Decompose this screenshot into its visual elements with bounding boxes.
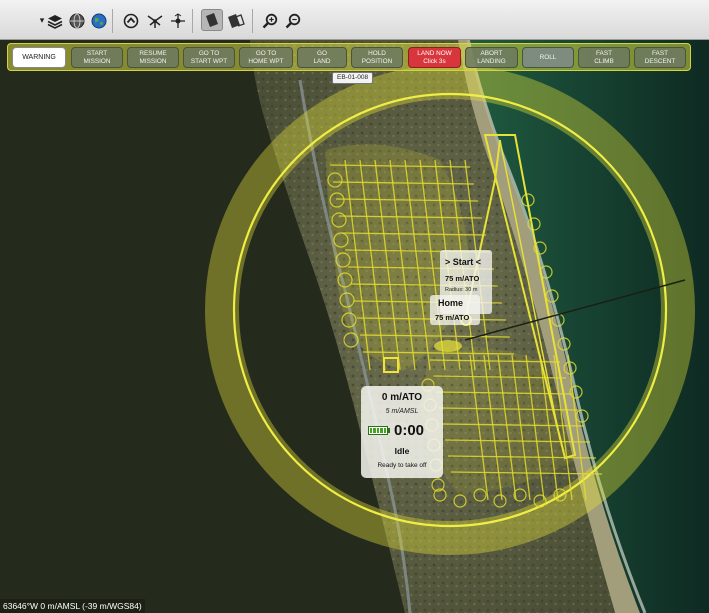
fast-climb-button[interactable]: FAST CLIMB	[578, 47, 630, 68]
home-waypoint-card[interactable]: Home 75 m/ATO	[430, 295, 480, 325]
go-to-start-wpt-button[interactable]: GO TO START WPT	[183, 47, 235, 68]
start-waypoint-altitude: 75 m/ATO	[445, 274, 480, 283]
go-to-home-wpt-button[interactable]: GO TO HOME WPT	[239, 47, 293, 68]
flight-timer: 0:00	[394, 422, 425, 439]
mission-plan-icon[interactable]	[145, 11, 165, 31]
abort-landing-button[interactable]: ABORT LANDING	[465, 47, 518, 68]
status-state: Idle	[394, 446, 410, 456]
home-arrow-icon[interactable]	[121, 11, 141, 31]
status-altitude: 0 m/ATO	[381, 392, 423, 403]
globe-blue-icon[interactable]	[89, 11, 109, 31]
tile-single-icon[interactable]	[201, 9, 223, 31]
toolbar-separator	[192, 9, 193, 33]
map-view[interactable]: > Start < 75 m/ATO Radius: 30 m Home 75 …	[0, 40, 709, 613]
status-ready: Ready to take off	[377, 462, 427, 469]
hold-position-button[interactable]: HOLD POSITION	[351, 47, 403, 68]
globe-dark-icon[interactable]	[67, 11, 87, 31]
tile-multi-icon[interactable]	[226, 11, 246, 31]
battery-tip	[388, 428, 390, 433]
status-amsl: 5 m/AMSL	[385, 408, 419, 415]
toolbar-separator	[252, 9, 253, 33]
home-marker[interactable]	[434, 340, 462, 352]
zoom-in-icon[interactable]	[260, 11, 280, 31]
land-now-button[interactable]: LAND NOW Click 3s	[408, 47, 461, 68]
map-canvas[interactable]	[0, 40, 709, 613]
coordinate-readout: 63646°W 0 m/AMSL (-39 m/WGS84)	[0, 599, 145, 613]
roll-button[interactable]: ROLL	[522, 47, 574, 68]
start-waypoint-radius: Radius: 30 m	[445, 287, 478, 293]
start-waypoint-title: > Start <	[445, 257, 482, 267]
warning-button[interactable]: WARNING	[12, 47, 66, 68]
home-waypoint-altitude: 75 m/ATO	[435, 313, 470, 322]
flight-command-bar: WARNING START MISSION RESUME MISSION GO …	[7, 43, 691, 71]
center-drone-icon[interactable]	[168, 11, 188, 31]
drone-status-card[interactable]: 0 m/ATO 5 m/AMSL 0:00 Idle Ready to take…	[361, 386, 443, 478]
mission-id-label[interactable]: EB-01-008	[332, 72, 374, 84]
home-waypoint-title: Home	[438, 298, 464, 308]
map-toolbar: ▾	[0, 0, 709, 40]
toolbar-separator	[112, 9, 113, 33]
go-land-button[interactable]: GO LAND	[297, 47, 347, 68]
resume-mission-button[interactable]: RESUME MISSION	[127, 47, 179, 68]
battery-icon	[368, 426, 388, 435]
start-mission-button[interactable]: START MISSION	[71, 47, 123, 68]
zoom-out-icon[interactable]	[283, 11, 303, 31]
fast-descent-button[interactable]: FAST DESCENT	[634, 47, 686, 68]
layers-icon[interactable]	[45, 11, 65, 31]
